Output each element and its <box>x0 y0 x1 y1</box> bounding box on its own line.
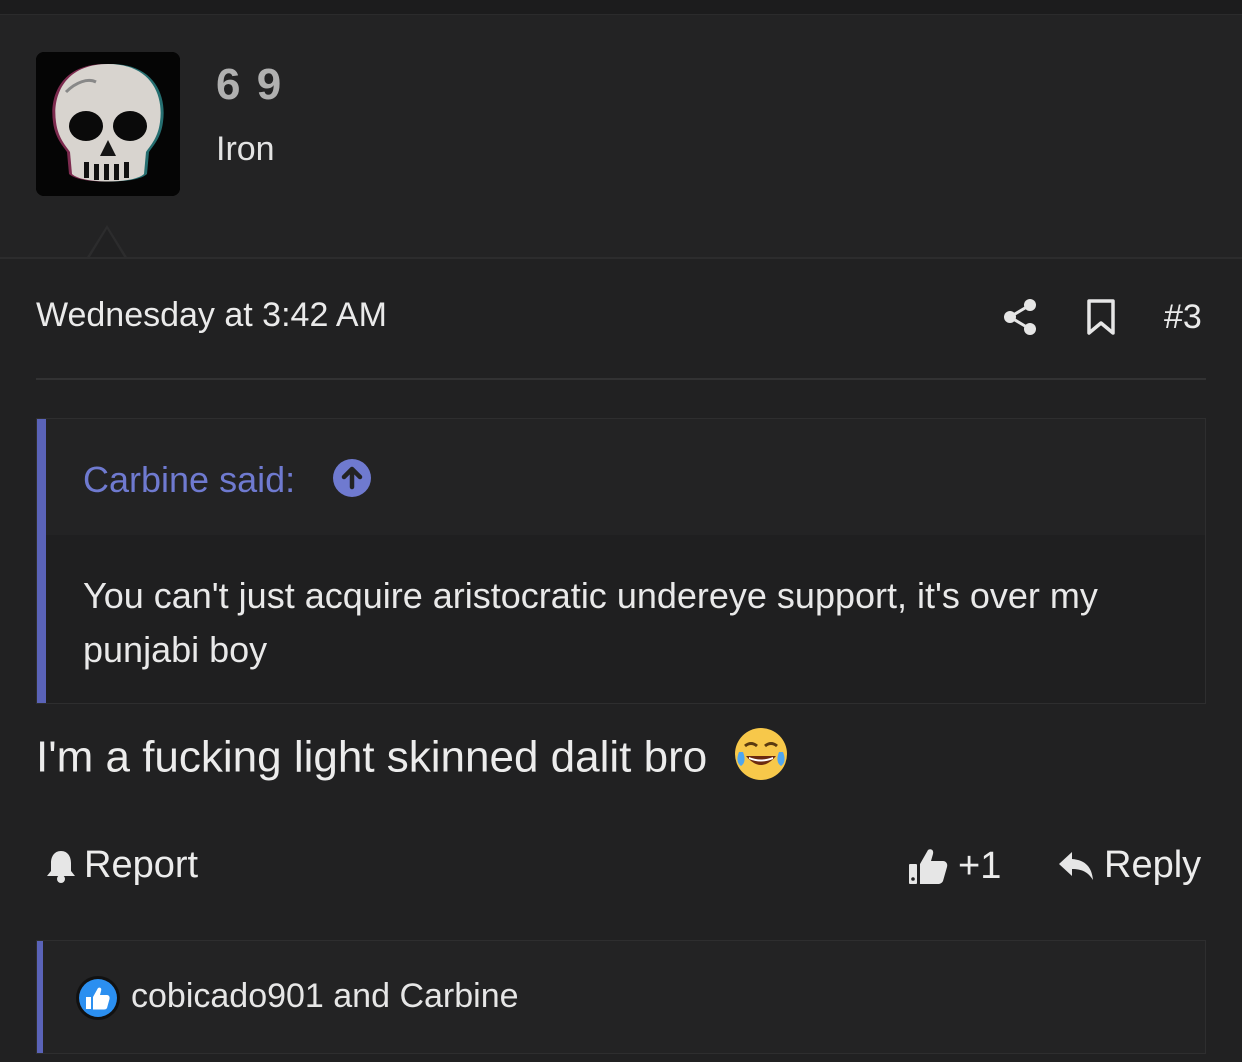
user-title: Iron <box>216 130 275 168</box>
arrow-up-circle-icon[interactable] <box>333 459 371 497</box>
username[interactable]: 6 9 <box>216 60 283 110</box>
message-text: I'm a fucking light skinned dalit bro <box>36 732 708 782</box>
skull-avatar-icon <box>36 52 180 196</box>
reply-label: Reply <box>1104 844 1202 886</box>
reply-arrow-icon <box>1059 851 1093 880</box>
divider <box>36 378 1206 380</box>
like-button[interactable]: +1 <box>906 844 1001 888</box>
avatar[interactable] <box>36 52 180 196</box>
quote-text: You can't just acquire aristocratic unde… <box>83 575 1098 670</box>
bell-icon <box>47 850 75 883</box>
like-reaction-icon <box>76 976 120 1020</box>
quote-author[interactable]: Carbine said: <box>83 459 295 501</box>
report-label: Report <box>84 844 199 886</box>
user-header <box>0 15 1242 259</box>
share-icon[interactable] <box>1002 298 1038 336</box>
reactions-bar[interactable]: cobicado901 and Carbine <box>36 940 1206 1054</box>
reply-button[interactable]: Reply <box>1056 844 1201 887</box>
quote-accent-bar <box>37 419 46 703</box>
post-date[interactable]: Wednesday at 3:42 AM <box>36 296 387 335</box>
reactions-accent-bar <box>37 941 43 1053</box>
like-count: +1 <box>958 844 1002 887</box>
report-button[interactable]: Report <box>44 844 198 887</box>
bookmark-icon[interactable] <box>1084 298 1118 336</box>
post-number[interactable]: #3 <box>1164 298 1202 337</box>
post-message: I'm a fucking light skinned dalit bro <box>36 728 789 788</box>
joy-emoji-icon <box>735 728 788 780</box>
quote-block: Carbine said: You can't just acquire ari… <box>36 418 1206 704</box>
thumbs-up-icon <box>909 849 948 884</box>
top-edge <box>0 0 1242 15</box>
reactions-text[interactable]: cobicado901 and Carbine <box>131 977 519 1016</box>
